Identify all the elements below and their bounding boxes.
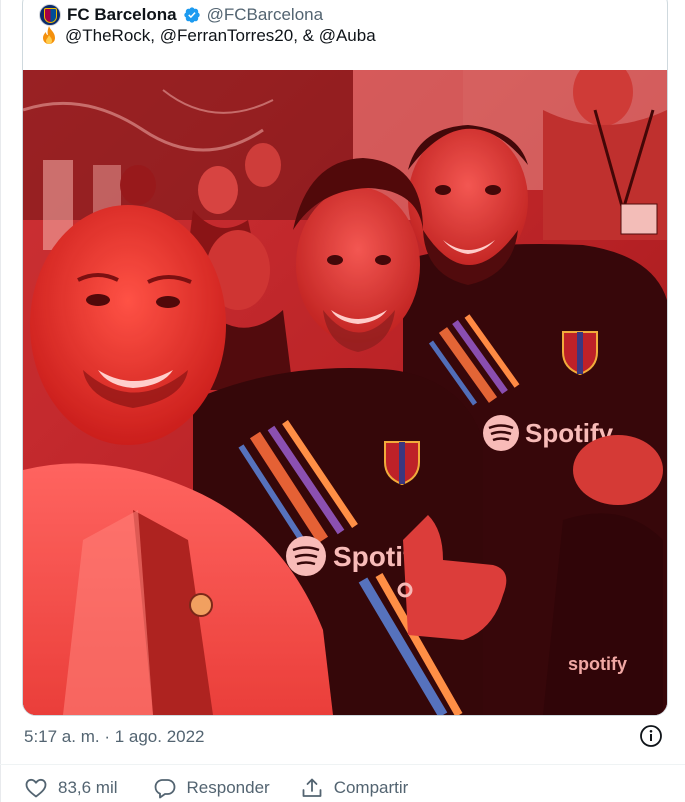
divider	[0, 764, 685, 765]
author-handle[interactable]: @FCBarcelona	[207, 5, 323, 25]
info-icon[interactable]	[639, 724, 663, 748]
like-button[interactable]: 83,6 mil	[24, 776, 118, 800]
author-display-name[interactable]: FC Barcelona	[67, 5, 177, 25]
tweet-timestamp[interactable]: 5:17 a. m. · 1 ago. 2022	[24, 724, 205, 750]
tweet-photo[interactable]: Spotify spotify Spotify	[23, 70, 667, 715]
heart-icon	[25, 778, 47, 798]
reply-button[interactable]: Responder	[153, 776, 270, 800]
share-button[interactable]: Compartir	[300, 776, 409, 800]
fire-icon	[43, 26, 55, 44]
like-count: 83,6 mil	[58, 778, 118, 797]
share-label: Compartir	[333, 778, 409, 797]
reply-icon	[154, 779, 175, 799]
left-border	[0, 0, 1, 802]
verified-badge-icon	[183, 7, 200, 23]
quoted-tweet-text: @TheRock, @FerranTorres20, & @Auba	[65, 26, 376, 45]
share-icon	[302, 778, 322, 797]
quoted-tweet-card[interactable]: FC Barcelona @FCBarcelona @TheRock, @Fer…	[22, 0, 668, 716]
tweet-detail: FC Barcelona @FCBarcelona @TheRock, @Fer…	[0, 0, 685, 802]
reply-label: Responder	[186, 778, 270, 797]
fc-barcelona-crest-icon	[44, 8, 57, 23]
tweet-action-bar: 83,6 mil Responder Compartir	[24, 774, 438, 802]
selfie-photo-illustration: Spotify spotify Spotify	[23, 70, 667, 715]
quoted-tweet-text-row: @TheRock, @FerranTorres20, & @Auba	[39, 23, 376, 49]
